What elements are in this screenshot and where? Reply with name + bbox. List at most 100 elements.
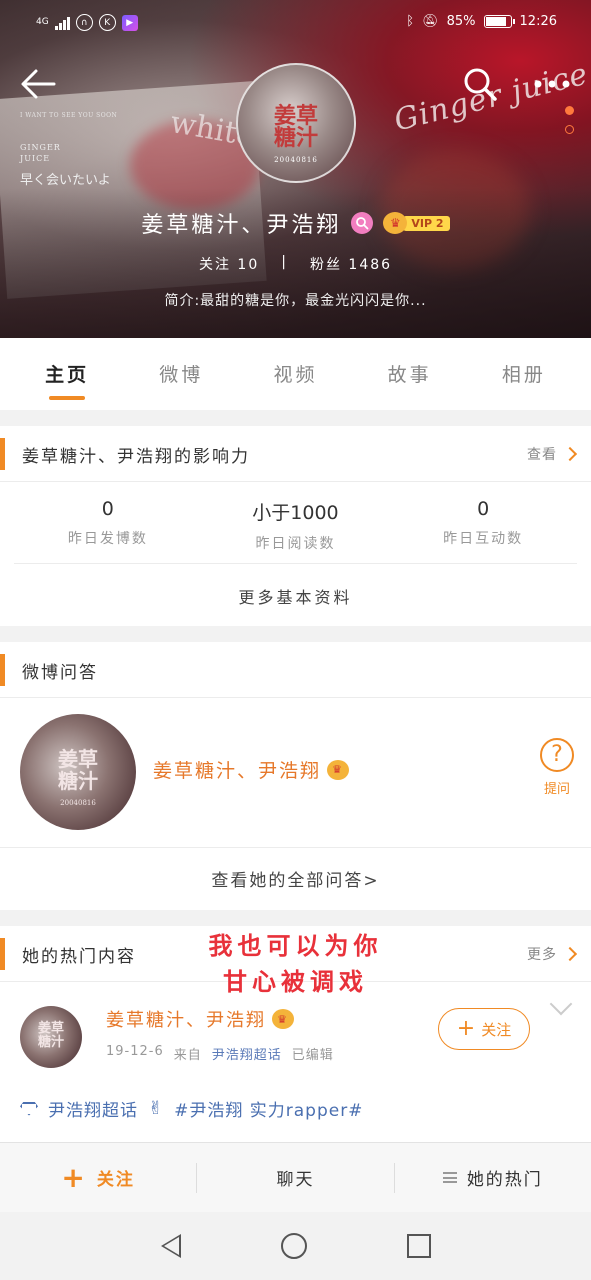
- avatar-logo-text: 姜草 糖汁: [58, 747, 98, 793]
- back-arrow-icon[interactable]: [18, 66, 58, 102]
- photo-text-line: GINGER: [20, 143, 61, 152]
- post-avatar[interactable]: 姜草 糖汁: [20, 1006, 82, 1068]
- search-badge-icon[interactable]: [351, 212, 374, 234]
- followers-count: 1486: [348, 257, 393, 273]
- post-edited: 已编辑: [291, 1048, 334, 1063]
- metric-posts: 0 昨日发博数: [18, 482, 198, 563]
- avatar-logo: 姜草 糖汁 20040816: [20, 748, 136, 814]
- nav-back-icon[interactable]: [160, 1234, 181, 1258]
- qa-avatar[interactable]: 姜草 糖汁 20040816: [20, 714, 136, 830]
- username: 姜草糖汁、尹浩翔: [141, 213, 342, 238]
- metric-interactions: 0 昨日互动数: [393, 482, 573, 563]
- tab-story[interactable]: 故事: [370, 338, 450, 410]
- influence-view-link[interactable]: 查看: [527, 444, 578, 464]
- followers-label: 粉丝: [309, 257, 342, 273]
- vip-badge[interactable]: ♛ VIP 2: [383, 212, 450, 234]
- overlay-caption-line: 我也可以为你: [208, 931, 383, 960]
- overlay-caption: 我也可以为你 甘心被调戏: [0, 928, 591, 1000]
- metric-label: 昨日发博数: [67, 531, 148, 547]
- post-date: 19-12-6: [106, 1044, 164, 1059]
- influence-metrics: 0 昨日发博数 小于1000 昨日阅读数 0 昨日互动数: [14, 482, 577, 564]
- profile-avatar[interactable]: 姜草 糖汁 20040816: [236, 63, 356, 183]
- photo-text-line: JUICE: [20, 154, 51, 163]
- photo-text-line: 早く会いたいよ: [20, 173, 111, 188]
- metric-value: 小于1000: [252, 502, 339, 524]
- headphone-icon: ∩: [75, 14, 93, 31]
- bottom-chat-label: 聊天: [276, 1170, 315, 1190]
- username-row: 姜草糖汁、尹浩翔 ♛ VIP 2: [0, 207, 591, 239]
- system-nav-bar: [0, 1212, 591, 1280]
- hot-post[interactable]: 姜草 糖汁 姜草糖汁、尹浩翔 ♛ 19-12-6 来自 尹浩翔超话 已编辑 + …: [0, 982, 591, 1142]
- avatar-logo-text: 姜草 糖汁: [273, 103, 318, 151]
- hashtag-link[interactable]: #尹浩翔 实力rapper#: [174, 1096, 363, 1121]
- battery-percent: 85%: [446, 14, 476, 29]
- profile-tabs: 主页 微博 视频 故事 相册: [0, 338, 591, 410]
- bottom-hot-label: 她的热门: [466, 1170, 543, 1190]
- follow-stats: 关注 10 | 粉丝 1486: [0, 254, 591, 274]
- overlay-caption-line: 甘心被调戏: [223, 967, 368, 996]
- post-author[interactable]: 姜草糖汁、尹浩翔 ♛: [106, 1006, 294, 1032]
- post-author-text: 姜草糖汁、尹浩翔: [106, 1010, 266, 1031]
- followers-stat[interactable]: 粉丝 1486: [310, 254, 392, 274]
- tab-album[interactable]: 相册: [484, 338, 564, 410]
- bottom-hot-button[interactable]: 她的热门: [393, 1162, 591, 1193]
- view-all-qa-link[interactable]: 查看她的全部问答>: [0, 848, 591, 891]
- profile-bio[interactable]: 简介:最甜的糖是你，最金光闪闪是你...: [0, 290, 591, 310]
- mute-icon: 🔕︎: [422, 14, 439, 29]
- following-stat[interactable]: 关注 10: [199, 254, 259, 274]
- diamond-icon: [20, 1101, 38, 1116]
- clock: 12:26: [519, 14, 557, 29]
- metric-value: 0: [101, 498, 114, 520]
- qa-card: 微博问答 姜草 糖汁 20040816 姜草糖汁、尹浩翔 ♛ ? 提问 查看她的…: [0, 642, 591, 910]
- post-source-link[interactable]: 尹浩翔超话: [212, 1044, 282, 1063]
- tab-video[interactable]: 视频: [255, 338, 335, 410]
- follow-label: 关注: [481, 1020, 512, 1039]
- follow-button[interactable]: + 关注: [438, 1008, 530, 1050]
- bottom-follow-label: 关注: [96, 1170, 135, 1190]
- signal-icon: [54, 16, 70, 30]
- network-indicator: 4G: [36, 17, 49, 27]
- tab-weibo[interactable]: 微博: [141, 338, 221, 410]
- qa-username-text: 姜草糖汁、尹浩翔: [153, 760, 322, 782]
- peace-hand-emoji: ✌︎: [148, 1098, 165, 1119]
- qa-title: 微博问答: [22, 663, 98, 683]
- bottom-follow-button[interactable]: + 关注: [0, 1163, 196, 1193]
- avatar-caption: 20040816: [274, 156, 318, 164]
- influence-title: 姜草糖汁、尹浩翔的影响力: [22, 447, 250, 467]
- qa-username[interactable]: 姜草糖汁、尹浩翔 ♛: [153, 756, 350, 783]
- ask-label: 提问: [543, 782, 570, 797]
- status-bar: 4G ∩ K ▶ ᛒ 🔕︎ 85% 12:26: [0, 0, 591, 50]
- ask-question-button[interactable]: ? 提问: [537, 738, 577, 797]
- crown-icon: ♛: [272, 1009, 294, 1029]
- bluetooth-icon: ᛒ: [406, 14, 415, 29]
- avatar-logo: 姜草 糖汁 20040816: [238, 105, 354, 171]
- influence-header[interactable]: 姜草糖汁、尹浩翔的影响力 查看: [0, 426, 591, 482]
- more-profile-info-link[interactable]: 更多基本资料: [0, 564, 591, 608]
- plus-icon: +: [456, 1016, 476, 1041]
- search-icon[interactable]: [462, 66, 498, 102]
- battery-icon: [483, 15, 515, 28]
- more-options-icon[interactable]: [530, 72, 574, 96]
- metric-reads: 小于1000 昨日阅读数: [205, 482, 385, 563]
- nav-recent-apps-icon[interactable]: [406, 1234, 431, 1258]
- tab-home[interactable]: 主页: [27, 338, 107, 410]
- plus-icon: +: [61, 1160, 87, 1194]
- stats-separator: |: [281, 254, 288, 270]
- nav-home-icon[interactable]: [280, 1233, 307, 1259]
- crown-icon: ♛: [327, 759, 350, 780]
- bottom-chat-button[interactable]: 聊天: [196, 1162, 393, 1193]
- section-accent-bar: [0, 654, 5, 686]
- profile-header: I WANT TO SEE YOU SOON GINGER JUICE 早く会い…: [0, 0, 591, 338]
- chevron-right-icon: [562, 446, 578, 462]
- following-label: 关注: [198, 257, 231, 273]
- metric-label: 昨日互动数: [443, 531, 524, 547]
- avatar-logo-text: 姜草 糖汁: [37, 1021, 64, 1050]
- qa-body: 姜草 糖汁 20040816 姜草糖汁、尹浩翔 ♛ ? 提问: [0, 698, 591, 848]
- influence-card: 姜草糖汁、尹浩翔的影响力 查看 0 昨日发博数 小于1000 昨日阅读数 0 昨…: [0, 426, 591, 626]
- vip-label: VIP 2: [403, 215, 450, 231]
- menu-icon: [442, 1172, 457, 1183]
- metric-value: 0: [477, 498, 490, 520]
- section-accent-bar: [0, 438, 5, 470]
- post-tags: 尹浩翔超话 ✌︎ #尹浩翔 实力rapper#: [20, 1096, 363, 1121]
- supertopic-tag[interactable]: 尹浩翔超话: [48, 1096, 138, 1121]
